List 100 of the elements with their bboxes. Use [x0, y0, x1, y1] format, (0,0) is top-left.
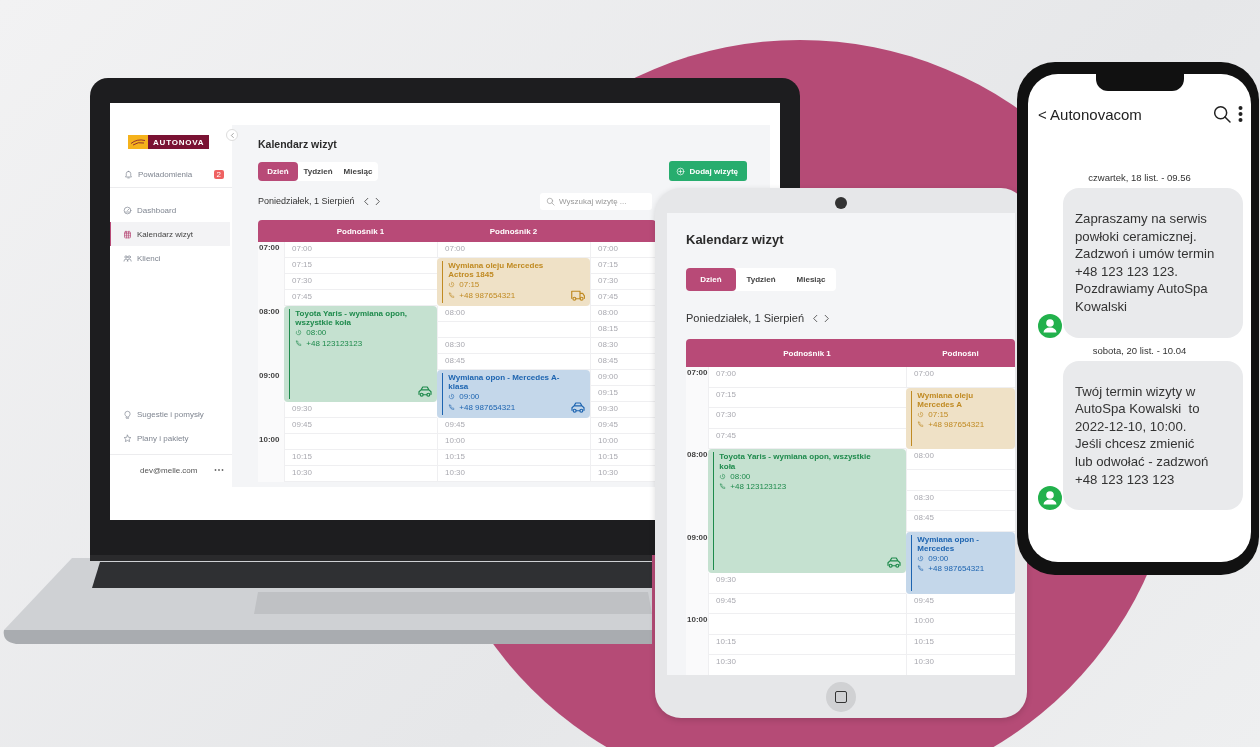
hour-label: 10:00	[258, 434, 281, 446]
time-slot[interactable]: 09:15	[590, 386, 656, 402]
time-slot[interactable]: 07:45	[708, 428, 906, 450]
time-slot[interactable]: 09:30	[708, 572, 906, 594]
bell-icon	[124, 169, 133, 179]
time-slot[interactable]: 10:30	[284, 466, 437, 482]
message-date: sobota, 20 list. - 10.04	[1092, 344, 1187, 356]
column-header: Podnośni	[942, 348, 979, 358]
time-slot[interactable]: 10:30	[708, 655, 906, 675]
message-date: czwartek, 18 list. - 09.56	[1088, 172, 1191, 183]
time-slot[interactable]: 09:45	[284, 418, 437, 434]
view-tab[interactable]: Tydzień	[736, 268, 786, 291]
calendar-icon	[123, 229, 132, 239]
time-slot[interactable]: 08:45	[590, 354, 656, 370]
time-slot[interactable]: 07:30	[590, 274, 656, 290]
time-slot[interactable]: 08:00	[590, 306, 656, 322]
event-title: Toyota Yaris - wymiana opon, wszystkie koła	[719, 452, 872, 471]
time-slot[interactable]: 07:00	[708, 367, 906, 388]
time-slot[interactable]: 09:00	[590, 370, 656, 386]
event-card[interactable]: Wymiana opon - Mercedes A-klasa 09:00 +48 987654321	[437, 370, 590, 418]
event-card[interactable]: Wymiana oleju Mercedes Actros 1845 07:15 +48 987654321	[437, 258, 590, 306]
view-tab[interactable]: Dzień	[258, 161, 298, 181]
time-slot[interactable]: 10:15	[906, 634, 1015, 656]
event-title: Wymiana oleju Mercedes A	[917, 390, 975, 409]
event-card[interactable]: Wymiana oleju Mercedes A 07:15 +48 987654321	[906, 387, 1015, 450]
search-field[interactable]: Wyszukaj wizytę ...	[540, 192, 652, 210]
time-slot[interactable]: 08:00	[437, 306, 590, 322]
time-slot[interactable]: 08:30	[906, 490, 1015, 512]
time-slot[interactable]: 07:30	[708, 408, 906, 429]
event-time: 07:15	[459, 280, 480, 290]
time-slot[interactable]: 07:00	[906, 367, 1015, 388]
view-tab[interactable]: Miesiąc	[786, 268, 836, 291]
event-card[interactable]: Toyota Yaris - wymiana opon, wszystkie koła 08:00 +48 123123123	[284, 306, 437, 402]
time-slot[interactable]: 07:00	[284, 242, 437, 258]
time-slot[interactable]: 10:30	[906, 655, 1015, 675]
time-slot[interactable]: 09:30	[590, 402, 656, 418]
event-title: Toyota Yaris - wymiana opon, wszystkie koła	[295, 309, 409, 328]
car-icon	[417, 383, 433, 399]
view-tab[interactable]: Tydzień	[298, 161, 338, 181]
page-title: Kalendarz wizyt	[686, 230, 785, 249]
column-header: Podnośnik 2	[489, 226, 538, 236]
time-slot[interactable]: 08:00	[906, 449, 1015, 470]
clock-icon	[917, 411, 925, 419]
time-slot[interactable]: 10:15	[284, 450, 437, 466]
event-card[interactable]: Wymiana opon - Mercedes 09:00 +48 987654321	[906, 531, 1015, 594]
time-slot[interactable]: 08:45	[906, 511, 1015, 532]
time-slot[interactable]: 09:45	[437, 418, 590, 434]
time-slot[interactable]: 09:45	[708, 593, 906, 615]
event-time: 08:00	[306, 328, 327, 338]
time-slot[interactable]: 10:15	[437, 450, 590, 466]
time-slot[interactable]: 07:30	[284, 274, 437, 290]
phone-icon	[295, 339, 303, 347]
view-tab[interactable]: Miesiąc	[338, 161, 378, 181]
time-slot[interactable]: 10:30	[590, 466, 656, 482]
nav-label[interactable]: Powiadomienia	[138, 169, 193, 179]
time-slot[interactable]: 07:15	[590, 258, 656, 274]
sidebar-item[interactable]: Plany i pakiety	[110, 426, 230, 450]
time-slot[interactable]: 08:30	[590, 338, 656, 354]
time-slot[interactable]: 07:00	[437, 242, 590, 258]
time-slot[interactable]: 08:45	[437, 354, 590, 370]
hour-label: 10:00	[686, 614, 708, 627]
time-slot[interactable]: 09:45	[906, 593, 1015, 615]
event-title: Wymiana oleju Mercedes Actros 1845	[448, 261, 545, 280]
contact-name[interactable]: < Autonovacom	[1038, 105, 1142, 123]
phone-icon	[719, 483, 727, 491]
add-visit-button[interactable]: Dodaj wizytę	[668, 161, 747, 181]
avatar-icon	[1038, 313, 1062, 338]
event-phone: +48 987654321	[928, 420, 985, 430]
column-header: Podnośnik 1	[336, 226, 385, 236]
time-slot[interactable]: 07:45	[284, 290, 437, 306]
event-card[interactable]: Toyota Yaris - wymiana opon, wszystkie koła 08:00 +48 123123123	[708, 449, 906, 573]
view-tab[interactable]: Dzień	[686, 268, 736, 291]
sidebar-item[interactable]: Dashboard	[110, 198, 230, 222]
sidebar-item[interactable]: Sugestie i pomysły	[110, 402, 230, 426]
sidebar-item[interactable]: Klienci	[110, 246, 230, 270]
time-slot[interactable]: 08:30	[437, 338, 590, 354]
time-slot[interactable]: 07:15	[284, 258, 437, 274]
car-icon	[570, 399, 586, 415]
sidebar-item[interactable]: Kalendarz wizyt	[110, 222, 230, 246]
search-icon	[1212, 104, 1232, 124]
event-phone: +48 123123123	[730, 481, 787, 492]
time-slot[interactable]: 07:15	[708, 387, 906, 409]
time-slot[interactable]: 09:30	[284, 402, 437, 418]
time-slot[interactable]: 10:00	[906, 614, 1015, 635]
event-phone: +48 987654321	[459, 402, 516, 412]
time-slot[interactable]: 10:00	[437, 434, 590, 450]
time-slot[interactable]: 07:00	[590, 242, 656, 258]
time-slot[interactable]: 07:45	[590, 290, 656, 306]
message-bubble: Twój termin wizyty w AutoSpa Kowalski to 2022-12-10, 10:00. Jeśli chcesz zmienić lub odwołać - zadzwoń +48 123 123 123	[1063, 360, 1243, 511]
more-icon[interactable]	[1238, 105, 1243, 123]
time-slot[interactable]: 09:45	[590, 418, 656, 434]
hour-label: 08:00	[258, 306, 281, 318]
phone-icon	[448, 403, 456, 411]
time-slot[interactable]: 10:15	[590, 450, 656, 466]
time-slot[interactable]: 10:30	[437, 466, 590, 482]
home-button[interactable]	[826, 681, 856, 712]
time-slot[interactable]: 10:00	[590, 434, 656, 450]
time-slot[interactable]: 08:15	[590, 322, 656, 338]
hour-label: 08:00	[686, 449, 708, 462]
time-slot[interactable]: 10:15	[708, 634, 906, 656]
